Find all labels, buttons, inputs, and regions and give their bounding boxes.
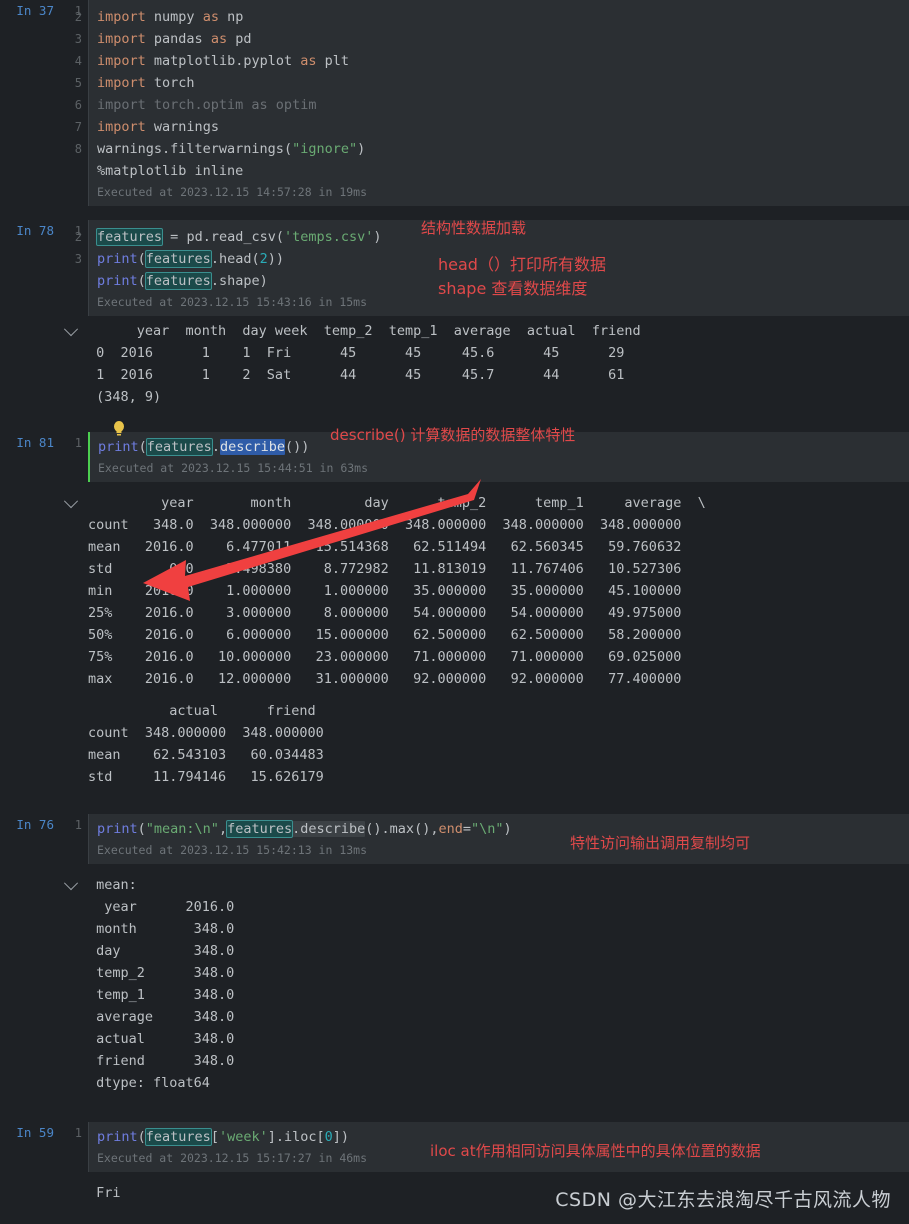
- code-line-6[interactable]: import warnings: [97, 116, 909, 138]
- line-number: 1: [74, 818, 82, 832]
- notebook-cell-in81[interactable]: In 81 1 print(features.describe()) Execu…: [0, 432, 909, 482]
- execution-status-in76: Executed at 2023.12.15 15:42:13 in 13ms: [97, 843, 368, 857]
- output-collapse-toggle[interactable]: [0, 320, 88, 341]
- execution-status-in81: Executed at 2023.12.15 15:44:51 in 63ms: [98, 461, 369, 475]
- output-collapse-toggle[interactable]: [0, 874, 88, 895]
- notebook-root: In 37 1 import numpy as np import pandas…: [0, 0, 909, 1224]
- output-gutter-empty: [0, 700, 88, 706]
- chevron-down-icon[interactable]: [63, 494, 79, 509]
- code-line-5[interactable]: import torch.optim as optim: [97, 94, 909, 116]
- cell-spacer: [0, 412, 909, 426]
- code-line-1[interactable]: print(features['week'].iloc[0]): [97, 1126, 909, 1148]
- cell-editor-in78[interactable]: features = pd.read_csv('temps.csv') prin…: [88, 220, 909, 316]
- notebook-cell-in78[interactable]: In 78 1 features = pd.read_csv('temps.cs…: [0, 220, 909, 316]
- output-describe-text-part2: actual friend count 348.000000 348.00000…: [88, 703, 324, 785]
- cell-prompt-in78: In 78: [16, 223, 54, 238]
- cell-prompt-in37: In 37: [16, 3, 54, 18]
- output-mean: mean: year 2016.0 month 348.0 day 348.0 …: [0, 864, 909, 1098]
- watermark: CSDN @大江东去浪淘尽千古风流人物: [555, 1189, 891, 1211]
- cell-spacer: [0, 1098, 909, 1112]
- output-head: year month day week temp_2 temp_1 averag…: [0, 316, 909, 412]
- cell-prompt-in76: In 76: [16, 817, 54, 832]
- cell-editor-in59[interactable]: print(features['week'].iloc[0]) Executed…: [88, 1122, 909, 1172]
- cell-prompt-in81: In 81: [16, 435, 54, 450]
- line-number-column-in78: 23: [74, 230, 82, 266]
- code-line-7[interactable]: warnings.filterwarnings("ignore"): [97, 138, 909, 160]
- code-line-8[interactable]: %matplotlib inline: [97, 160, 909, 182]
- output-describe-text-part1: year month day temp_2 temp_1 average \ c…: [88, 495, 706, 687]
- code-line-3[interactable]: import matplotlib.pyplot as plt: [97, 50, 909, 72]
- code-line-3[interactable]: print(features.shape): [97, 270, 909, 292]
- cell-editor-in37[interactable]: import numpy as np import pandas as pd i…: [88, 0, 909, 206]
- cell-editor-in76[interactable]: print("mean:\n",features.describe().max(…: [88, 814, 909, 864]
- execution-status-in37: Executed at 2023.12.15 14:57:28 in 19ms: [97, 185, 368, 199]
- execution-status-in78: Executed at 2023.12.15 15:43:16 in 15ms: [97, 295, 368, 309]
- output-describe: year month day temp_2 temp_1 average \ c…: [0, 482, 909, 694]
- cell-spacer: [0, 206, 909, 220]
- cell-editor-in81[interactable]: print(features.describe()) Executed at 2…: [88, 432, 909, 482]
- code-line-2[interactable]: import pandas as pd: [97, 28, 909, 50]
- output-gutter-empty: [0, 1182, 88, 1188]
- code-line-1[interactable]: import numpy as np: [97, 6, 909, 28]
- line-number: 1: [74, 436, 82, 450]
- code-line-1[interactable]: print("mean:\n",features.describe().max(…: [97, 818, 909, 840]
- execution-status-in59: Executed at 2023.12.15 15:17:27 in 46ms: [97, 1151, 368, 1165]
- output-head-text: year month day week temp_2 temp_1 averag…: [96, 323, 641, 405]
- line-number-column-in37: 2345678: [74, 10, 82, 156]
- chevron-down-icon[interactable]: [63, 322, 79, 337]
- cell-spacer: [0, 792, 909, 806]
- output-mean-text: mean: year 2016.0 month 348.0 day 348.0 …: [96, 877, 235, 1091]
- cell-prompt-in59: In 59: [16, 1125, 54, 1140]
- notebook-cell-in37[interactable]: In 37 1 import numpy as np import pandas…: [0, 0, 909, 206]
- chevron-down-icon[interactable]: [63, 876, 79, 891]
- output-describe-continued: actual friend count 348.000000 348.00000…: [0, 694, 909, 792]
- code-line-1[interactable]: features = pd.read_csv('temps.csv'): [95, 226, 909, 248]
- notebook-cell-in76[interactable]: In 76 1 print("mean:\n",features.describ…: [0, 814, 909, 864]
- code-line-1[interactable]: print(features.describe()): [98, 436, 909, 458]
- line-number: 1: [74, 1126, 82, 1140]
- code-line-2[interactable]: print(features.head(2)): [97, 248, 909, 270]
- output-collapse-toggle[interactable]: [0, 492, 88, 513]
- notebook-cell-in59[interactable]: In 59 1 print(features['week'].iloc[0]) …: [0, 1122, 909, 1172]
- code-line-4[interactable]: import torch: [97, 72, 909, 94]
